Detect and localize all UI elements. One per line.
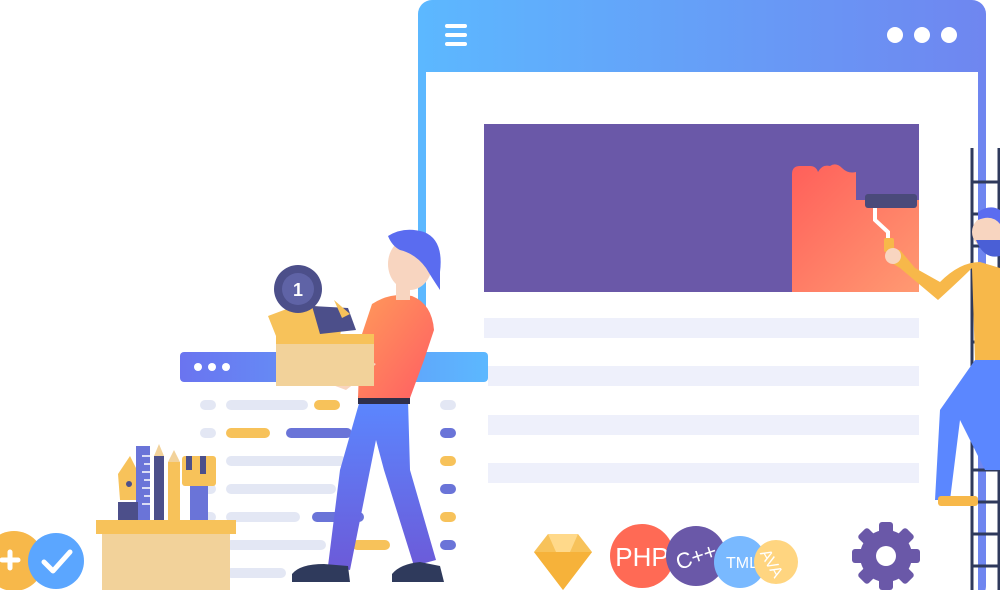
window-dot[interactable] (941, 27, 957, 43)
browser-window (418, 0, 986, 590)
language-label: PHP (615, 542, 668, 572)
window-dot[interactable] (887, 27, 903, 43)
badge-icon: 1 (274, 265, 322, 313)
language-label: TML (726, 555, 758, 572)
content-line (484, 318, 919, 338)
hamburger-menu-icon[interactable] (445, 24, 467, 46)
window-controls[interactable] (194, 363, 230, 371)
content-line (488, 366, 919, 386)
pencil-icon (154, 456, 164, 526)
badge-label: 1 (293, 280, 303, 300)
window-controls[interactable] (887, 27, 957, 43)
language-php: PHP (610, 524, 674, 588)
content-line (488, 463, 919, 483)
language-java: AVA (754, 540, 798, 584)
window-dot[interactable] (222, 363, 230, 371)
scene: 1 PHP C++ TML AVA (0, 0, 1000, 590)
window-dot[interactable] (914, 27, 930, 43)
window-dot[interactable] (208, 363, 216, 371)
ruler-icon (136, 446, 150, 526)
window-dot[interactable] (194, 363, 202, 371)
check-badge (28, 533, 84, 589)
carried-box: 1 (268, 265, 374, 386)
content-line (488, 415, 919, 435)
gear-icon (852, 522, 920, 590)
